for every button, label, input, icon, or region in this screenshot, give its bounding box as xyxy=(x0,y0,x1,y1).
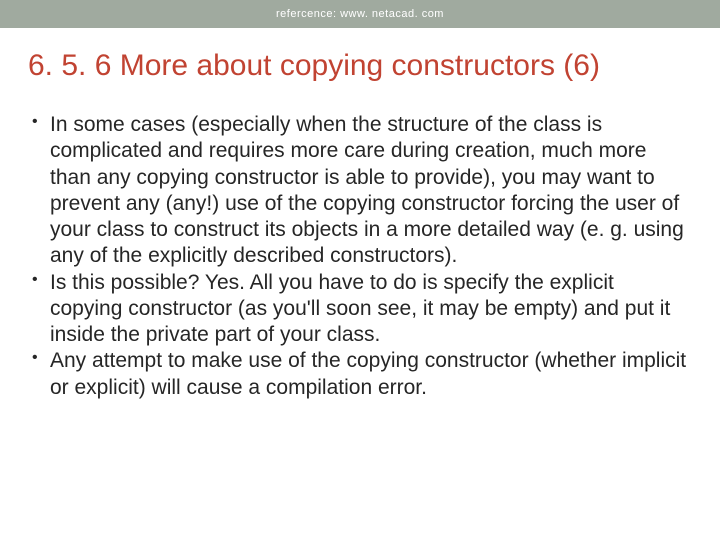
header-reference-text: refercence: www. netacad. com xyxy=(276,8,444,20)
bullet-item: Any attempt to make use of the copying c… xyxy=(32,348,692,401)
slide-content: 6. 5. 6 More about copying constructors … xyxy=(0,28,720,401)
bullet-list: In some cases (especially when the struc… xyxy=(28,112,692,401)
header-bar: refercence: www. netacad. com xyxy=(0,0,720,28)
bullet-item: Is this possible? Yes. All you have to d… xyxy=(32,270,692,349)
bullet-item: In some cases (especially when the struc… xyxy=(32,112,692,270)
slide-title: 6. 5. 6 More about copying constructors … xyxy=(28,48,692,84)
